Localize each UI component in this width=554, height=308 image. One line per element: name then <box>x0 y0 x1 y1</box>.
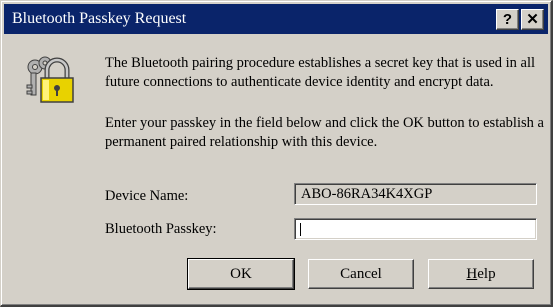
device-name-value: ABO-86RA34K4XGP <box>301 186 433 202</box>
help-title-button[interactable]: ? <box>496 9 519 30</box>
device-name-field: ABO-86RA34K4XGP <box>294 183 537 205</box>
title-bar[interactable]: Bluetooth Passkey Request ? ✕ <box>4 4 548 34</box>
passkey-input[interactable] <box>297 221 538 237</box>
help-button[interactable]: Help <box>428 259 534 289</box>
close-button[interactable]: ✕ <box>521 9 544 30</box>
passkey-field[interactable] <box>294 218 538 240</box>
ok-button[interactable]: OK <box>187 258 295 290</box>
cancel-button[interactable]: Cancel <box>308 259 414 289</box>
passkey-dialog: Bluetooth Passkey Request ? ✕ The Blueto… <box>0 0 553 307</box>
pairing-instruction: Enter your passkey in the field below an… <box>105 115 544 150</box>
pairing-description: The Bluetooth pairing procedure establis… <box>105 55 536 90</box>
padlock-keys-icon <box>26 56 74 103</box>
device-name-label: Device Name: <box>105 188 189 204</box>
window-title: Bluetooth Passkey Request <box>12 10 187 27</box>
passkey-label: Bluetooth Passkey: <box>105 221 217 237</box>
text-caret <box>300 223 301 236</box>
